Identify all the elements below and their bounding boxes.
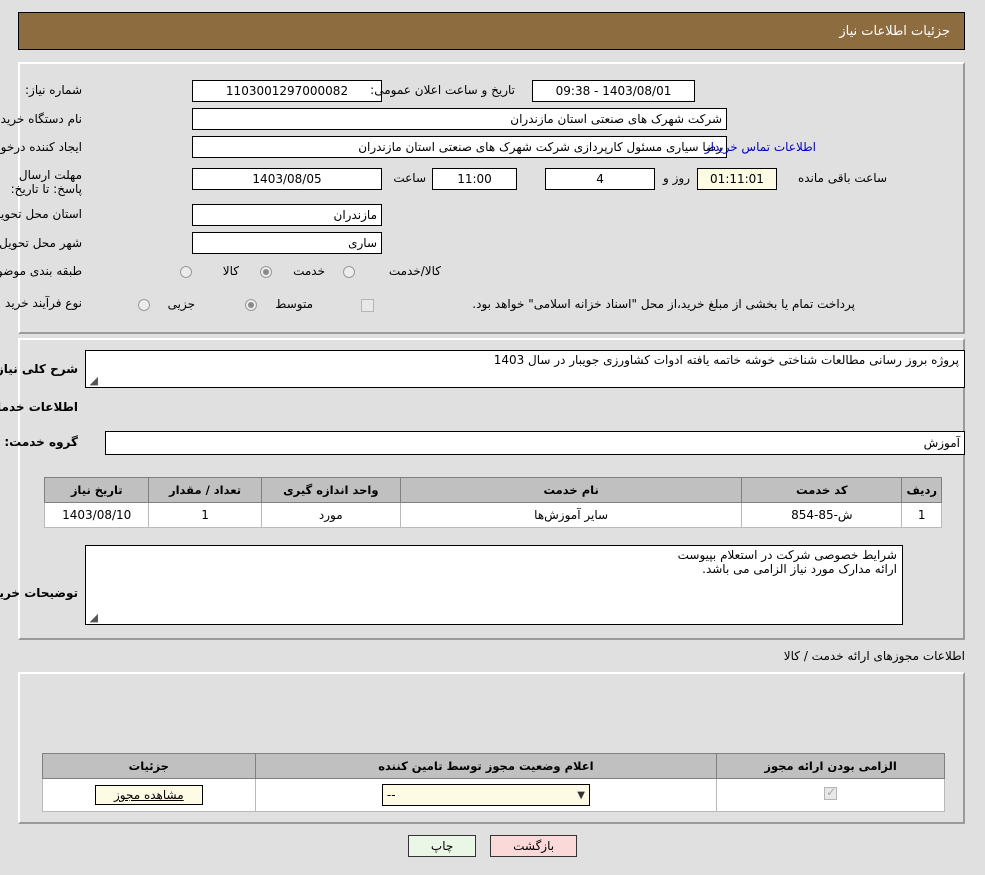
services-cell: مورد (260, 502, 402, 528)
category-label-khedmat: خدمت (293, 264, 325, 278)
services-col-header: واحد اندازه گیری (260, 477, 402, 503)
services-cell: سایر آموزش‌ها (400, 502, 743, 528)
deadline-label: مهلت ارسال پاسخ: تا تاریخ: (10, 168, 82, 196)
treasury-bond-text: پرداخت تمام یا بخشی از مبلغ خرید،از محل … (472, 297, 855, 311)
permits-col-header: اعلام وضعیت مجوز توسط تامین کننده (254, 753, 718, 779)
delivery-province-value: مازندران (192, 204, 382, 226)
permits-table-row: ▼ -- مشاهده مجوز (42, 778, 945, 812)
creator-label: ایجاد کننده درخواست: (0, 140, 82, 154)
general-description-value[interactable]: پروژه بروز رسانی مطالعات شناختی خوشه خات… (85, 350, 965, 388)
permit-detail-cell: مشاهده مجوز (42, 778, 256, 812)
print-button[interactable]: چاپ (407, 835, 477, 857)
buyer-org-value: شرکت شهرک های صنعتی استان مازندران (192, 108, 727, 130)
services-col-header: ردیف (901, 477, 942, 503)
category-label-kala-khedmat: کالا/خدمت (388, 264, 441, 278)
delivery-city-value: ساری (192, 232, 382, 254)
services-col-header: نام خدمت (400, 477, 743, 503)
permit-status-cell: ▼ -- (254, 778, 718, 812)
creator-value: رضا سیاری مسئول کارپردازی شرکت شهرک های … (192, 136, 727, 158)
resize-grip-icon[interactable]: ◢ (88, 375, 98, 386)
public-announce-label: تاریخ و ساعت اعلان عمومی: (370, 83, 515, 97)
services-col-header: تاریخ نیاز (43, 477, 150, 503)
permits-col-header: جزئیات (42, 753, 256, 779)
service-group-value: آموزش (105, 431, 965, 455)
delivery-province-label: استان محل تحویل: (0, 207, 82, 221)
permits-table-header-row: الزامی بودن ارائه مجوز اعلام وضعیت مجوز ت… (42, 753, 945, 779)
hour-label: ساعت (393, 171, 426, 185)
page-header: جزئیات اطلاعات نیاز (18, 12, 965, 50)
permit-required-cell (716, 778, 945, 812)
permit-status-dropdown[interactable]: ▼ -- (381, 784, 590, 806)
process-radio-motevaset[interactable] (245, 299, 257, 311)
services-table: ردیف کد خدمت نام خدمت واحد اندازه گیری تعداد… (43, 477, 942, 528)
countdown-timer-value: 01:11:01 (697, 168, 777, 190)
permit-required-checkbox (824, 785, 838, 800)
deadline-time-value: 11:00 (432, 168, 517, 190)
buyer-org-label: نام دستگاه خریدار: (0, 112, 82, 126)
remaining-hours-label: ساعت باقی مانده (797, 171, 887, 185)
services-col-header: تعداد / مقدار (148, 477, 262, 503)
deadline-date-value: 1403/08/05 (192, 168, 382, 190)
process-radio-jozee[interactable] (138, 299, 150, 311)
chevron-down-icon: ▼ (577, 789, 585, 801)
permits-table: الزامی بودن ارائه مجوز اعلام وضعیت مجوز ت… (42, 753, 945, 812)
services-info-title: اطلاعات خدمات مورد نیاز (0, 400, 78, 414)
general-description-text: پروژه بروز رسانی مطالعات شناختی خوشه خات… (493, 353, 959, 367)
buyer-notes-text: شرایط خصوصی شرکت در استعلام بپیوست ارائه… (677, 548, 897, 576)
buyer-contact-link[interactable]: اطلاعات تماس خریدار (705, 140, 816, 154)
need-number-value: 1103001297000082 (192, 80, 382, 102)
services-table-row: 1 ش-85-854 سایر آموزش‌ها مورد 1 1403/08/10 (43, 502, 942, 528)
remaining-days-value: 4 (545, 168, 655, 190)
permit-status-value: -- (386, 788, 396, 802)
back-button[interactable]: بازگشت (490, 835, 578, 857)
purchase-process-label: نوع فرآیند خرید : (0, 296, 82, 310)
permits-col-header: الزامی بودن ارائه مجوز (716, 753, 945, 779)
category-radio-kala-khedmat[interactable] (343, 266, 355, 278)
public-announce-value: 1403/08/01 - 09:38 (532, 80, 695, 102)
process-label-motevaset: متوسط (275, 297, 313, 311)
resize-grip-icon-2[interactable]: ◢ (88, 612, 98, 623)
services-col-header: کد خدمت (741, 477, 903, 503)
buyer-notes-value[interactable]: شرایط خصوصی شرکت در استعلام بپیوست ارائه… (85, 545, 903, 625)
subject-category-label: طبقه بندی موضوعی: (0, 264, 82, 278)
treasury-bond-checkbox[interactable] (361, 299, 374, 312)
services-cell: 1403/08/10 (43, 502, 150, 528)
services-cell: ش-85-854 (741, 502, 903, 528)
footer-actions: بازگشت چاپ (0, 835, 985, 857)
services-table-body: 1 ش-85-854 سایر آموزش‌ها مورد 1 1403/08/10 (43, 502, 942, 528)
buyer-notes-label: توضیحات خریدار: (0, 586, 78, 600)
view-permit-button[interactable]: مشاهده مجوز (94, 785, 203, 805)
services-cell: 1 (148, 502, 262, 528)
need-summary-panel (18, 62, 965, 334)
page-title: جزئیات اطلاعات نیاز (839, 23, 950, 39)
services-cell: 1 (901, 502, 942, 528)
service-group-label: گروه خدمت: (4, 435, 78, 449)
process-label-jozee: جزیی (167, 297, 195, 311)
services-table-header-row: ردیف کد خدمت نام خدمت واحد اندازه گیری تعداد… (43, 477, 942, 503)
category-radio-khedmat[interactable] (260, 266, 272, 278)
days-label: روز و (663, 171, 690, 185)
category-label-kala: کالا (222, 264, 239, 278)
permits-section-title: اطلاعات مجوزهای ارائه خدمت / کالا (783, 649, 965, 663)
delivery-city-label: شهر محل تحویل: (0, 236, 82, 250)
general-description-label: شرح کلی نیاز: (0, 362, 78, 376)
need-number-label: شماره نیاز: (25, 83, 82, 97)
category-radio-kala[interactable] (180, 266, 192, 278)
